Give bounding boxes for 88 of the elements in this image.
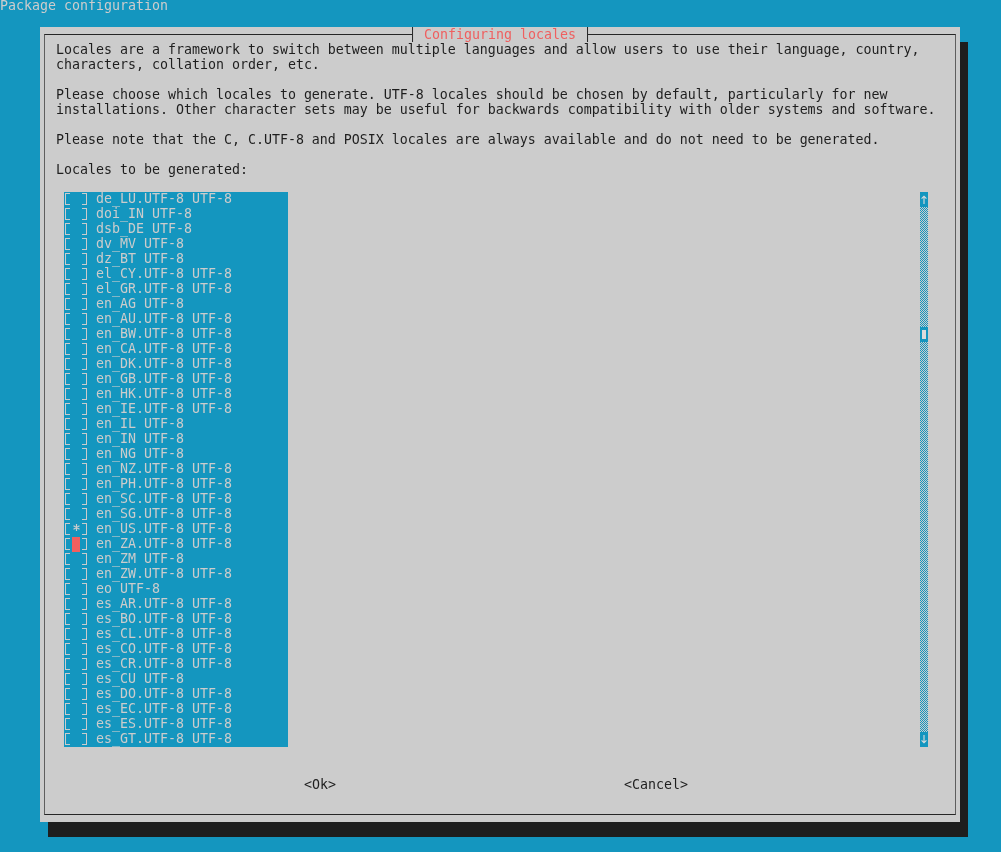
locale-option[interactable]: en_IL UTF-8 [96, 417, 184, 432]
ok-button[interactable]: <Ok> [304, 777, 336, 792]
scrollbar-thumb[interactable] [920, 327, 928, 342]
locale-option[interactable]: en_BW.UTF-8 UTF-8 [96, 327, 232, 342]
checkbox[interactable] [64, 387, 88, 402]
locale-option[interactable]: de_LU.UTF-8 UTF-8 [96, 192, 232, 207]
description-text: Locales are a framework to switch between multiple languages and allow users to use their language, country, characters, collation order, etc. [56, 42, 921, 72]
checkbox[interactable] [64, 237, 88, 252]
locale-option[interactable]: dv_MV UTF-8 [96, 237, 184, 252]
description-text: Please note that the C, C.UTF-8 and POSIX locales are always available and do not need to be generated. [56, 132, 881, 147]
locale-option[interactable]: en_IE.UTF-8 UTF-8 [96, 402, 232, 417]
locale-option[interactable]: es_CL.UTF-8 UTF-8 [96, 627, 232, 642]
checkbox[interactable] [64, 357, 88, 372]
checkbox[interactable] [64, 492, 88, 507]
dialog-title: Configuring locales [412, 27, 588, 42]
checkbox[interactable] [64, 342, 88, 357]
scroll-down-button[interactable] [920, 732, 928, 747]
checkbox[interactable] [64, 192, 88, 207]
locale-option[interactable]: en_HK.UTF-8 UTF-8 [96, 387, 232, 402]
locale-option[interactable]: dsb_DE UTF-8 [96, 222, 192, 237]
checkbox[interactable] [64, 372, 88, 387]
locale-option[interactable]: el_CY.UTF-8 UTF-8 [96, 267, 232, 282]
locale-option[interactable]: en_ZW.UTF-8 UTF-8 [96, 567, 232, 582]
checkbox[interactable] [64, 597, 88, 612]
locale-option[interactable]: en_NZ.UTF-8 UTF-8 [96, 462, 232, 477]
checkbox[interactable] [64, 252, 88, 267]
asterisk-icon [72, 524, 80, 531]
locale-option[interactable]: es_CR.UTF-8 UTF-8 [96, 657, 232, 672]
locale-option[interactable]: es_EC.UTF-8 UTF-8 [96, 702, 232, 717]
locale-option[interactable]: en_SG.UTF-8 UTF-8 [96, 507, 232, 522]
checkbox[interactable] [64, 312, 88, 327]
scroll-up-button[interactable] [920, 192, 928, 207]
screen-title: Package configuration [0, 0, 168, 12]
locale-option[interactable]: es_CO.UTF-8 UTF-8 [96, 642, 232, 657]
checkbox[interactable] [64, 657, 88, 672]
checkbox[interactable] [64, 552, 88, 567]
list-label: Locales to be generated: [56, 162, 248, 177]
checkbox[interactable] [64, 282, 88, 297]
locale-option[interactable]: en_PH.UTF-8 UTF-8 [96, 477, 232, 492]
checkbox[interactable] [64, 732, 88, 747]
locale-option[interactable]: es_DO.UTF-8 UTF-8 [96, 687, 232, 702]
checkbox[interactable] [64, 522, 88, 537]
checkbox[interactable] [64, 672, 88, 687]
locale-option[interactable]: en_AU.UTF-8 UTF-8 [96, 312, 232, 327]
checkbox[interactable] [64, 207, 88, 222]
locale-option[interactable]: es_AR.UTF-8 UTF-8 [96, 597, 232, 612]
checkbox[interactable] [64, 702, 88, 717]
locale-option[interactable]: en_US.UTF-8 UTF-8 [96, 522, 232, 537]
checkbox[interactable] [64, 537, 88, 552]
checkbox[interactable] [64, 567, 88, 582]
checkbox[interactable] [64, 267, 88, 282]
checkbox[interactable] [64, 402, 88, 417]
checkbox[interactable] [64, 417, 88, 432]
checkbox[interactable] [64, 642, 88, 657]
checkbox[interactable] [64, 507, 88, 522]
locale-option[interactable]: en_ZA.UTF-8 UTF-8 [96, 537, 232, 552]
locale-option[interactable]: en_NG UTF-8 [96, 447, 184, 462]
locale-option[interactable]: en_GB.UTF-8 UTF-8 [96, 372, 232, 387]
cancel-button[interactable]: <Cancel> [624, 777, 688, 792]
locale-option[interactable]: en_DK.UTF-8 UTF-8 [96, 357, 232, 372]
checkbox[interactable] [64, 612, 88, 627]
locale-option[interactable]: en_IN UTF-8 [96, 432, 184, 447]
checkbox[interactable] [64, 582, 88, 597]
locale-option[interactable]: en_CA.UTF-8 UTF-8 [96, 342, 232, 357]
checkbox[interactable] [64, 447, 88, 462]
locale-option[interactable]: en_AG UTF-8 [96, 297, 184, 312]
arrow-up-icon [921, 195, 927, 204]
checkbox[interactable] [64, 222, 88, 237]
locale-option[interactable]: en_ZM UTF-8 [96, 552, 184, 567]
locale-option[interactable]: doi_IN UTF-8 [96, 207, 192, 222]
locale-option[interactable]: en_SC.UTF-8 UTF-8 [96, 492, 232, 507]
locale-option[interactable]: es_CU UTF-8 [96, 672, 184, 687]
checkbox[interactable] [64, 327, 88, 342]
locale-option[interactable]: es_ES.UTF-8 UTF-8 [96, 717, 232, 732]
checkbox[interactable] [64, 717, 88, 732]
checkbox[interactable] [64, 462, 88, 477]
locale-option[interactable]: es_BO.UTF-8 UTF-8 [96, 612, 232, 627]
checkbox[interactable] [64, 297, 88, 312]
checkbox[interactable] [64, 687, 88, 702]
checkbox[interactable] [64, 627, 88, 642]
locale-option[interactable]: dz_BT UTF-8 [96, 252, 184, 267]
locale-option[interactable]: es_GT.UTF-8 UTF-8 [96, 732, 232, 747]
checkbox[interactable] [64, 477, 88, 492]
locale-option[interactable]: eo UTF-8 [96, 582, 160, 597]
arrow-down-icon [921, 735, 927, 744]
description-text: Please choose which locales to generate. UTF-8 locales should be chosen by default, particularly for new installations. Other character sets may be useful for backwards compatibility with older systems and software. [56, 87, 937, 117]
locale-option[interactable]: el_GR.UTF-8 UTF-8 [96, 282, 232, 297]
checkbox[interactable] [64, 432, 88, 447]
